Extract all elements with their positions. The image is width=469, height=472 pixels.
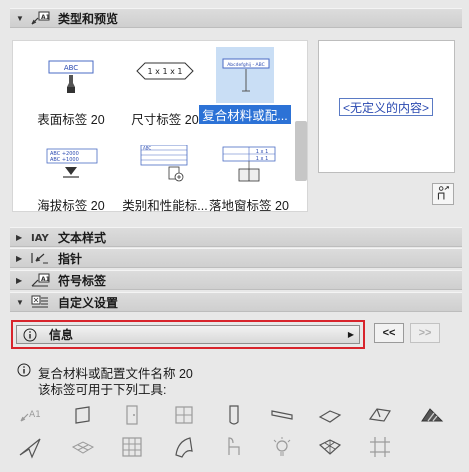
section-symbol-label[interactable]: ▶ A1 符号标签 (10, 270, 462, 290)
pointer-icon (31, 253, 48, 264)
list-item-surface-label[interactable]: ABC 表面标签 20 (25, 51, 117, 127)
person-figure-icon (437, 186, 449, 200)
expand-triangle-icon: ▶ (16, 275, 23, 285)
svg-text:Abcdefghij - ABC: Abcdefghij - ABC (227, 62, 265, 68)
list-item-label: 落地窗标签 20 (209, 199, 289, 213)
svg-text:A1: A1 (41, 276, 50, 283)
previous-button[interactable]: << (374, 323, 404, 343)
grid-tool-icon (368, 435, 392, 459)
list-item-window-label[interactable]: 1 x 1 1 x 1 落地窗标签 20 (203, 137, 295, 213)
svg-text:IAY: IAY (31, 233, 50, 244)
section-title: 类型和预览 (58, 11, 119, 26)
info-icon (23, 328, 37, 341)
section-pointer[interactable]: ▶ 指针 (10, 248, 462, 268)
curtain-wall-tool-icon (120, 435, 144, 459)
slab-tool-icon (318, 403, 342, 427)
collapse-triangle-icon: ▼ (16, 297, 24, 307)
list-item-label: 表面标签 20 (37, 113, 105, 127)
svg-text:1 x 1: 1 x 1 (256, 156, 269, 162)
svg-text:ABC: ABC (143, 146, 151, 151)
label-tool-icon: A1 (18, 403, 42, 427)
preview-panel: <无定义的内容> (318, 40, 455, 173)
category-label-thumbnail: ABC (140, 145, 188, 182)
section-title: 自定义设置 (58, 295, 119, 310)
composite-label-thumbnail: Abcdefghij - ABC (222, 58, 270, 92)
label-type-list[interactable]: ABC 表面标签 20 1 x 1 x 1 尺寸标签 20 Abcdefghij… (12, 40, 308, 213)
surface-tool-icon (318, 435, 342, 459)
list-item-elevation-label[interactable]: ABC +2000 ABC +1000 海拔标签 20 (25, 137, 117, 213)
list-item-composite-label[interactable]: Abcdefghij - ABC 复合材料或配... (199, 47, 291, 124)
dimension-label-thumbnail: 1 x 1 x 1 (136, 62, 194, 80)
list-item-label: 复合材料或配... (199, 105, 291, 124)
svg-text:ABC +1000: ABC +1000 (50, 157, 79, 163)
info-icon (17, 363, 31, 377)
section-text-style[interactable]: ▶ IAY 文本样式 (10, 227, 462, 247)
morph-tool-icon (172, 435, 196, 459)
mesh-tool-icon (71, 435, 95, 459)
custom-settings-icon (31, 295, 48, 308)
expand-triangle-icon: ▶ (16, 253, 23, 263)
svg-text:ABC: ABC (64, 64, 78, 72)
list-item-label: 尺寸标签 20 (131, 113, 199, 127)
preview-options-button[interactable] (432, 183, 454, 205)
svg-text:1 x 1 x 1: 1 x 1 x 1 (148, 67, 183, 76)
window-tool-icon (172, 403, 196, 427)
object-tool-icon (222, 435, 246, 459)
next-button[interactable]: >> (410, 323, 440, 343)
list-item-dimension-label[interactable]: 1 x 1 x 1 尺寸标签 20 (119, 51, 211, 127)
expand-triangle-icon: ▶ (16, 232, 23, 242)
svg-text:1 x 1: 1 x 1 (256, 149, 269, 155)
shell-tool-icon (18, 435, 42, 459)
svg-text:A1: A1 (41, 14, 50, 21)
lamp-tool-icon (270, 435, 294, 459)
svg-text:A1: A1 (29, 410, 41, 420)
info-highlight-box: 信息 ▶ (11, 320, 365, 349)
collapse-triangle-icon: ▼ (16, 13, 24, 23)
section-title: 文本样式 (58, 230, 107, 245)
text-style-icon: IAY (31, 233, 50, 244)
preview-placeholder: <无定义的内容> (339, 98, 433, 116)
list-item-label: 海拔标签 20 (37, 199, 105, 213)
list-scrollbar[interactable] (295, 121, 307, 181)
dropdown-arrow-icon: ▶ (347, 330, 354, 339)
beam-tool-icon (270, 403, 294, 427)
section-type-preview[interactable]: ▼ A1 类型和预览 (10, 8, 462, 28)
info-description-line2: 该标签可用于下列工具: (38, 383, 167, 397)
symbol-label-icon: A1 (31, 273, 50, 287)
section-title: 符号标签 (58, 273, 107, 288)
section-custom-settings[interactable]: ▼ 自定义设置 (10, 292, 462, 312)
stair-tool-icon (420, 403, 444, 427)
list-item-label: 类别和性能标... (122, 199, 208, 213)
info-dropdown[interactable]: 信息 ▶ (16, 325, 360, 344)
wall-tool-icon (71, 403, 95, 427)
roof-tool-icon (368, 403, 392, 427)
door-tool-icon (120, 403, 144, 427)
list-item-category-label[interactable]: ABC 类别和性能标... (119, 137, 211, 213)
section-title: 指针 (58, 251, 83, 266)
info-dropdown-label: 信息 (49, 328, 74, 342)
surface-label-thumbnail: ABC (48, 60, 94, 93)
column-tool-icon (222, 403, 246, 427)
window-label-thumbnail: 1 x 1 1 x 1 (222, 146, 276, 182)
label-type-icon: A1 (31, 11, 50, 25)
elevation-label-thumbnail: ABC +2000 ABC +1000 (46, 148, 98, 178)
